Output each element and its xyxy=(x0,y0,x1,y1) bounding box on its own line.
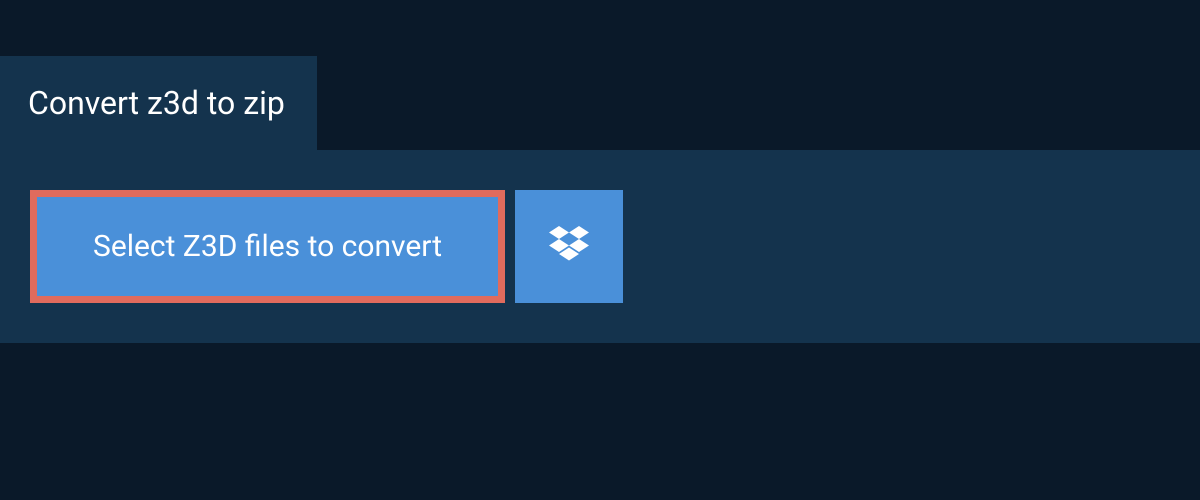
select-files-button[interactable]: Select Z3D files to convert xyxy=(30,190,505,303)
button-row: Select Z3D files to convert xyxy=(30,190,1170,303)
page-title-tab: Convert z3d to zip xyxy=(0,56,317,150)
select-files-label: Select Z3D files to convert xyxy=(93,229,442,264)
main-panel: Select Z3D files to convert xyxy=(0,150,1200,343)
dropbox-button[interactable] xyxy=(515,190,623,303)
dropbox-icon xyxy=(549,226,589,267)
page-title: Convert z3d to zip xyxy=(28,84,285,122)
